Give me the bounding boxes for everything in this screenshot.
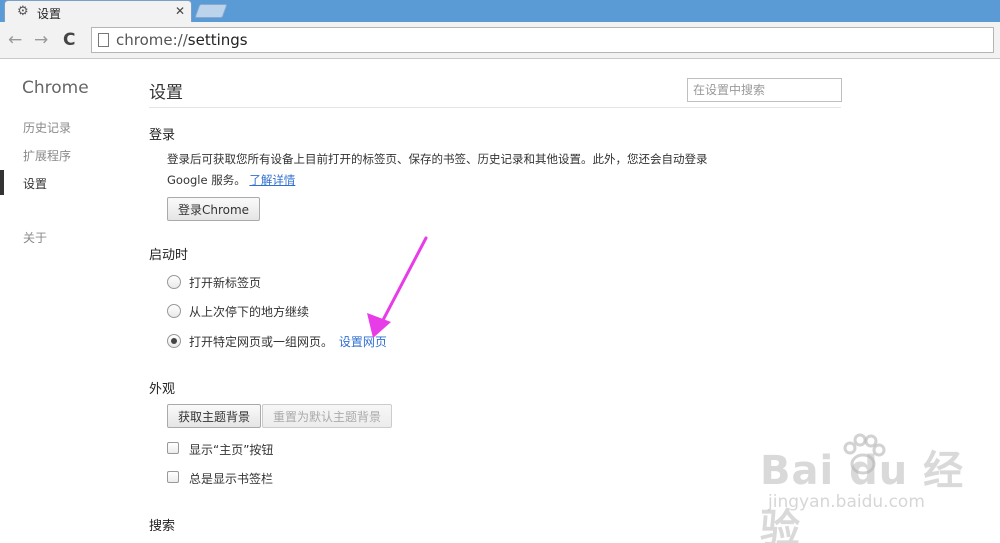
signin-heading: 登录 [149,128,176,143]
signin-desc-line2-wrap: Google 服务。 了解详情 [167,172,708,188]
checkbox[interactable] [167,471,179,483]
checkbox[interactable] [167,442,179,454]
watermark-url: jingyan.baidu.com [768,492,925,512]
radio-button-checked[interactable] [167,334,181,348]
sidebar-item-extensions[interactable]: 扩展程序 [23,147,71,164]
watermark-logo: Bai du 经验 [760,448,965,543]
radio-label: 打开新标签页 [189,276,262,290]
learn-more-link[interactable]: 了解详情 [249,173,295,187]
address-bar[interactable]: chrome://settings [91,27,994,53]
tab-strip: ⚙ 设置 ✕ [0,0,1000,22]
radio-label: 打开特定网页或一组网页。 设置网页 [189,333,387,350]
forward-arrow-icon[interactable]: → [34,30,48,50]
url-scheme: chrome:// [116,31,188,49]
page-icon [98,33,109,47]
sidebar-item-history[interactable]: 历史记录 [23,119,71,136]
startup-heading: 启动时 [149,248,189,263]
signin-description: 登录后可获取您所有设备上目前打开的标签页、保存的书签、历史记录和其他设置。此外，… [167,151,708,188]
reset-theme-button[interactable]: 重置为默认主题背景 [262,404,393,428]
toolbar: ← → C chrome://settings [0,22,1000,59]
active-marker [0,170,4,195]
signin-chrome-button[interactable]: 登录Chrome [167,197,261,221]
tab-title: 设置 [37,7,62,21]
sidebar-item-settings[interactable]: 设置 [23,175,47,192]
url-text[interactable]: chrome://settings [116,31,248,49]
radio-label-text: 打开特定网页或一组网页。 [189,335,334,349]
divider [149,107,841,108]
signin-desc-line1: 登录后可获取您所有设备上目前打开的标签页、保存的书签、历史记录和其他设置。此外，… [167,152,708,166]
back-arrow-icon[interactable]: ← [8,30,22,50]
watermark: Bai du 经验 jingyan.baidu.com [760,430,990,543]
gear-icon: ⚙ [17,4,29,19]
sidebar: Chrome 历史记录 扩展程序 设置 关于 [0,60,130,543]
appearance-heading: 外观 [149,382,176,397]
search-heading: 搜索 [149,519,176,534]
get-themes-button[interactable]: 获取主题背景 [167,404,262,428]
tab-settings[interactable]: ⚙ 设置 ✕ [4,0,192,22]
page-title: 设置 [149,83,183,103]
sidebar-item-about[interactable]: 关于 [23,229,47,246]
set-pages-link[interactable]: 设置网页 [339,335,387,349]
url-host: settings [187,31,248,49]
new-tab-button[interactable] [194,4,228,18]
radio-label: 从上次停下的地方继续 [189,305,310,319]
search-input[interactable] [687,78,842,102]
radio-button[interactable] [167,304,181,318]
close-icon[interactable]: ✕ [175,4,185,18]
sidebar-brand: Chrome [22,78,89,98]
signin-desc-line2: Google 服务。 [167,173,246,187]
reload-icon[interactable]: C [63,30,75,50]
radio-button[interactable] [167,275,181,289]
checkbox-label: 显示“主页”按钮 [189,443,274,457]
checkbox-label: 总是显示书签栏 [189,472,274,486]
